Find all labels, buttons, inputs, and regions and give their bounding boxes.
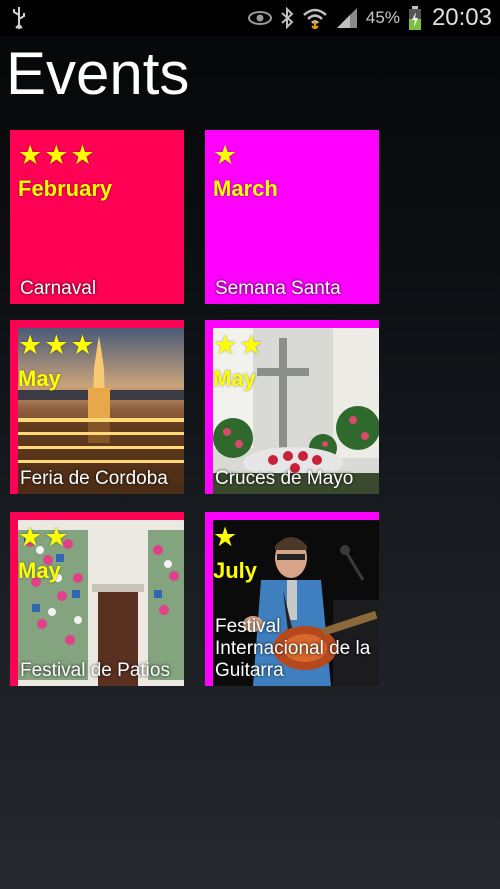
- eye-icon: [247, 11, 272, 25]
- signal-icon: [336, 8, 357, 28]
- status-bar: 45% 20:03: [0, 0, 500, 36]
- event-month: March: [213, 176, 278, 201]
- event-tile-festival-guitarra[interactable]: ★ July Festival Internacional de la Guit…: [205, 512, 379, 686]
- rating-stars: ★★: [18, 522, 71, 552]
- rating-stars: ★: [213, 140, 240, 170]
- event-month: May: [213, 366, 256, 391]
- event-name: Festival de Patios: [20, 660, 170, 681]
- clock: 20:03: [431, 4, 492, 31]
- event-tile-festival-de-patios[interactable]: ★★ May Festival de Patios: [10, 512, 184, 686]
- event-month: July: [213, 558, 258, 583]
- event-name: Cruces de Mayo: [215, 468, 354, 489]
- event-month: February: [18, 176, 113, 201]
- event-tile-carnaval[interactable]: ★★★ February Carnaval: [10, 130, 184, 304]
- rating-stars: ★★★: [18, 330, 97, 360]
- event-name: Semana Santa: [215, 278, 341, 299]
- battery-charging-icon: [408, 6, 421, 30]
- status-icons: 45% 20:03: [247, 0, 492, 36]
- rating-stars: ★: [213, 522, 240, 552]
- event-tile-cruces-de-mayo[interactable]: ★★ May Cruces de Mayo: [205, 320, 379, 494]
- wifi-icon: [303, 8, 327, 29]
- page-title: Events: [6, 40, 190, 107]
- event-tile-feria-de-cordoba[interactable]: ★★★ May Feria de Cordoba: [10, 320, 184, 494]
- event-name: Feria de Cordoba: [20, 468, 168, 489]
- event-month: May: [18, 366, 61, 391]
- event-month: May: [18, 558, 61, 583]
- bluetooth-icon: [281, 7, 294, 29]
- event-name: Festival Internacional de la Guitarra: [215, 616, 371, 681]
- event-name: Carnaval: [20, 278, 97, 299]
- rating-stars: ★★: [213, 330, 266, 360]
- event-tile-semana-santa[interactable]: ★ March Semana Santa: [205, 130, 379, 304]
- usb-icon: [13, 7, 25, 29]
- rating-stars: ★★★: [18, 140, 97, 170]
- battery-percent: 45%: [365, 8, 400, 27]
